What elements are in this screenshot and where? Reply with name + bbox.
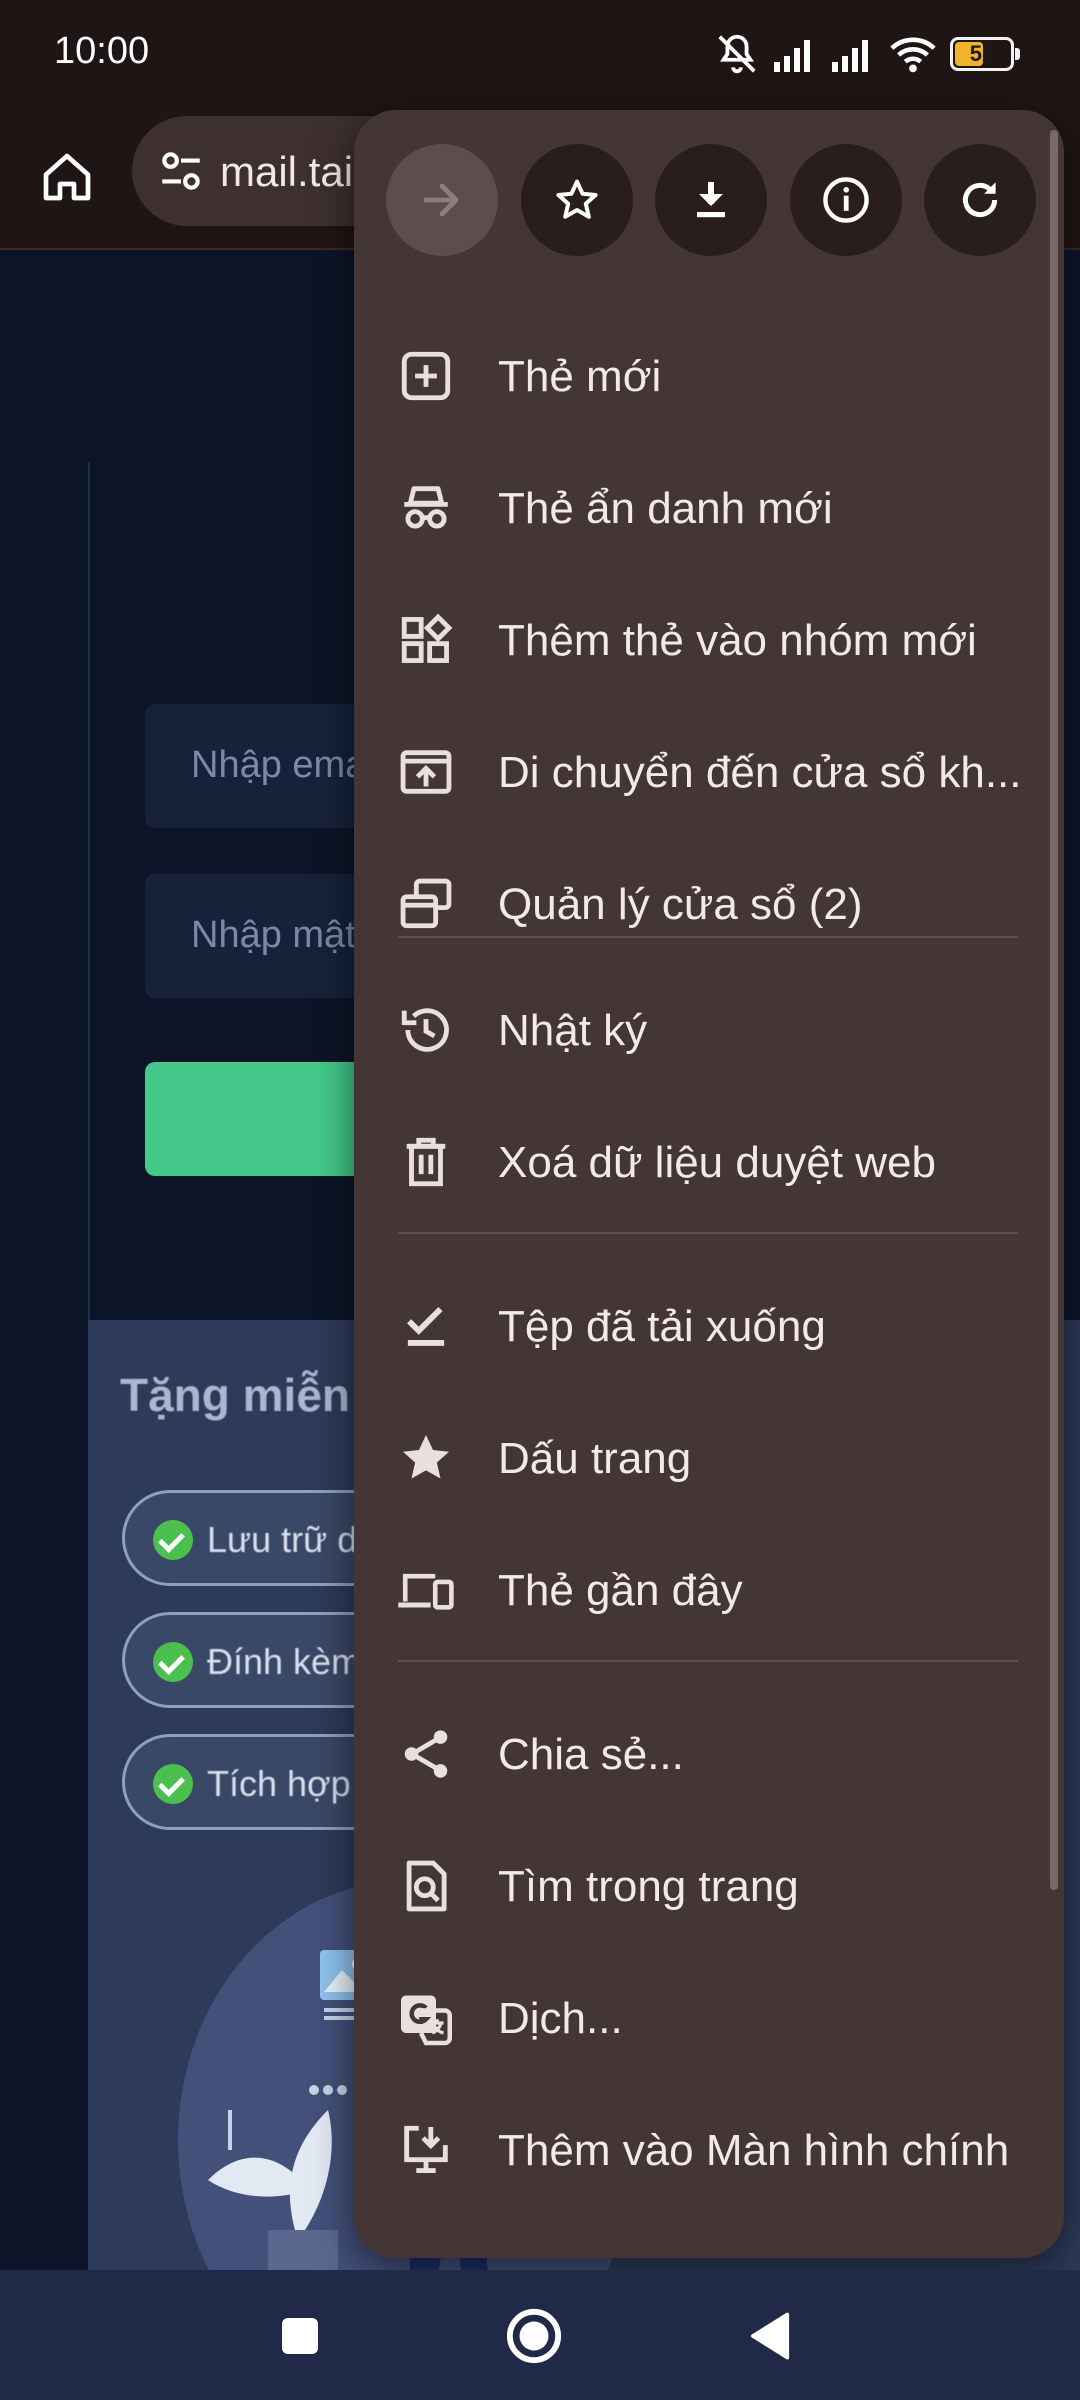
forward-icon[interactable] <box>386 144 498 256</box>
menu-item-label: Quản lý cửa sổ (2) <box>498 880 863 929</box>
menu-item-recent-tabs[interactable]: Thẻ gần đây <box>354 1524 1054 1656</box>
menu-item-translate[interactable]: Dịch... <box>354 1952 1054 2084</box>
trash-icon <box>396 1132 456 1192</box>
home-icon[interactable] <box>32 142 102 212</box>
history-icon <box>396 1000 456 1060</box>
recent-tabs-devices-icon <box>396 1560 456 1620</box>
menu-item-new-incognito-tab[interactable]: Thẻ ẩn danh mới <box>354 442 1054 574</box>
manage-windows-icon <box>396 874 456 934</box>
clock: 10:00 <box>54 30 150 72</box>
system-nav-bar <box>0 2270 1080 2400</box>
menu-item-downloads[interactable]: Tệp đã tải xuống <box>354 1260 1054 1392</box>
signal-icon <box>774 36 818 72</box>
email-placeholder: Nhập ema <box>191 744 367 786</box>
promo-item-label: Đính kèm <box>207 1641 362 1682</box>
incognito-icon <box>396 478 456 538</box>
info-icon[interactable] <box>789 144 902 256</box>
url-text: mail.tai <box>220 148 354 195</box>
menu-item-label: Thêm vào Màn hình chính <box>498 2126 1010 2175</box>
battery-icon: 52 <box>950 37 1020 71</box>
menu-item-share[interactable]: Chia sẻ... <box>354 1688 1054 1820</box>
menu-item-manage-windows[interactable]: Quản lý cửa sổ (2) <box>354 838 1054 970</box>
add-to-home-screen-icon <box>396 2120 456 2180</box>
menu-divider <box>398 1660 1018 1662</box>
menu-item-label: Xoá dữ liệu duyệt web <box>498 1138 936 1187</box>
move-window-icon <box>396 742 456 802</box>
mute-icon <box>714 31 760 77</box>
menu-item-clear-browsing-data[interactable]: Xoá dữ liệu duyệt web <box>354 1096 1054 1228</box>
panel-border <box>88 462 90 1322</box>
battery-percent: 52 <box>969 41 995 66</box>
menu-item-label: Chia sẻ... <box>498 1730 684 1779</box>
menu-item-history[interactable]: Nhật ký <box>354 964 1054 1096</box>
password-placeholder: Nhập mật <box>191 914 356 956</box>
recents-icon[interactable] <box>268 2304 332 2368</box>
check-icon <box>153 1642 193 1682</box>
status-icons: 52 <box>714 28 1020 80</box>
menu-action-row <box>386 144 1036 256</box>
menu-item-label: Nhật ký <box>498 1006 648 1055</box>
new-tab-icon <box>396 346 456 406</box>
status-bar: 10:00 52 <box>0 0 1080 110</box>
share-icon <box>396 1724 456 1784</box>
menu-item-label: Dấu trang <box>498 1434 692 1483</box>
menu-item-find-in-page[interactable]: Tìm trong trang <box>354 1820 1054 1952</box>
menu-divider <box>398 936 1018 938</box>
promo-title: Tặng miễn <box>120 1369 351 1421</box>
downloads-check-icon <box>396 1296 456 1356</box>
check-icon <box>153 1520 193 1560</box>
bookmarks-star-icon <box>396 1428 456 1488</box>
menu-item-add-to-home-screen[interactable]: Thêm vào Màn hình chính <box>354 2084 1054 2216</box>
overflow-menu: Thẻ mới Thẻ ẩn danh mới Thêm thẻ vào nhó… <box>354 110 1064 2258</box>
menu-item-label: Tìm trong trang <box>498 1862 799 1911</box>
download-icon[interactable] <box>655 144 767 256</box>
refresh-icon[interactable] <box>924 144 1036 256</box>
menu-item-label: Di chuyển đến cửa sổ kh... <box>498 748 1022 797</box>
find-in-page-icon <box>396 1856 456 1916</box>
page-info-settings-icon[interactable] <box>156 146 206 196</box>
menu-item-label: Dịch... <box>498 1994 623 2043</box>
tab-group-icon <box>396 610 456 670</box>
menu-divider <box>398 1232 1018 1234</box>
menu-item-new-tab[interactable]: Thẻ mới <box>354 310 1054 442</box>
signal-icon <box>832 36 876 72</box>
menu-item-move-to-window[interactable]: Di chuyển đến cửa sổ kh... <box>354 706 1054 838</box>
menu-item-label: Thẻ mới <box>498 352 662 401</box>
check-icon <box>153 1764 193 1804</box>
menu-item-label: Thẻ ẩn danh mới <box>498 484 833 533</box>
menu-item-label: Thêm thẻ vào nhóm mới <box>498 616 977 665</box>
menu-item-label: Thẻ gần đây <box>498 1566 743 1615</box>
menu-item-bookmarks[interactable]: Dấu trang <box>354 1392 1054 1524</box>
wifi-icon <box>890 34 936 74</box>
menu-item-add-tab-to-group[interactable]: Thêm thẻ vào nhóm mới <box>354 574 1054 706</box>
menu-item-label: Tệp đã tải xuống <box>498 1302 826 1351</box>
bookmark-star-icon[interactable] <box>520 144 633 256</box>
home-circle-icon[interactable] <box>502 2304 566 2368</box>
back-triangle-icon[interactable] <box>738 2304 802 2368</box>
translate-icon <box>396 1988 456 2048</box>
